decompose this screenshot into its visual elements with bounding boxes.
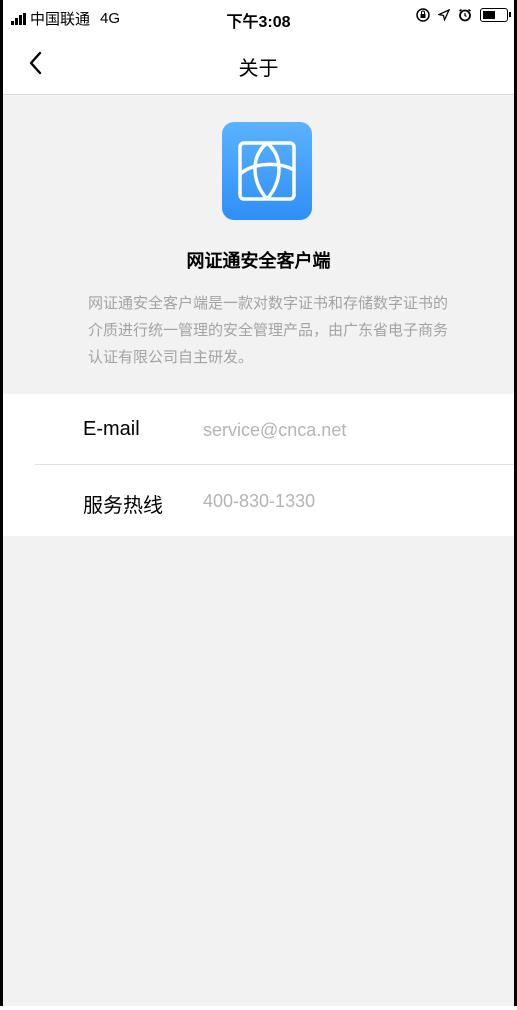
about-section: 网证通安全客户端 网证通安全客户端是一款对数字证书和存储数字证书的介质进行统一管…	[3, 95, 514, 391]
alarm-icon	[459, 8, 471, 22]
page-title: 关于	[238, 58, 279, 80]
hotline-row[interactable]: 服务热线 400-830-1330	[3, 465, 514, 535]
app-description: 网证通安全客户端是一款对数字证书和存储数字证书的介质进行统一管理的安全管理产品，…	[88, 295, 449, 366]
hotline-label: 服务热线	[83, 495, 163, 517]
location-icon	[438, 9, 450, 21]
contact-info-list: E-mail service@cnca.net 服务热线 400-830-133…	[3, 394, 514, 536]
status-bar: 中国联通 4G 下午3:08	[3, 0, 514, 34]
email-row[interactable]: E-mail service@cnca.net	[3, 394, 514, 465]
hotline-value: 400-830-1330	[203, 491, 316, 511]
screen: 中国联通 4G 下午3:08 关于 网证通安全客户端 网证通安全客户端是一款对数…	[0, 0, 517, 1006]
nav-bar: 关于	[3, 34, 514, 95]
app-logo-icon	[222, 122, 312, 220]
app-name: 网证通安全客户端	[186, 251, 331, 271]
email-label: E-mail	[83, 418, 140, 440]
status-right	[416, 8, 511, 22]
email-value: service@cnca.net	[203, 420, 347, 440]
battery-fill	[483, 11, 495, 19]
lock-rotation-icon	[416, 8, 430, 22]
battery-icon	[480, 8, 511, 22]
